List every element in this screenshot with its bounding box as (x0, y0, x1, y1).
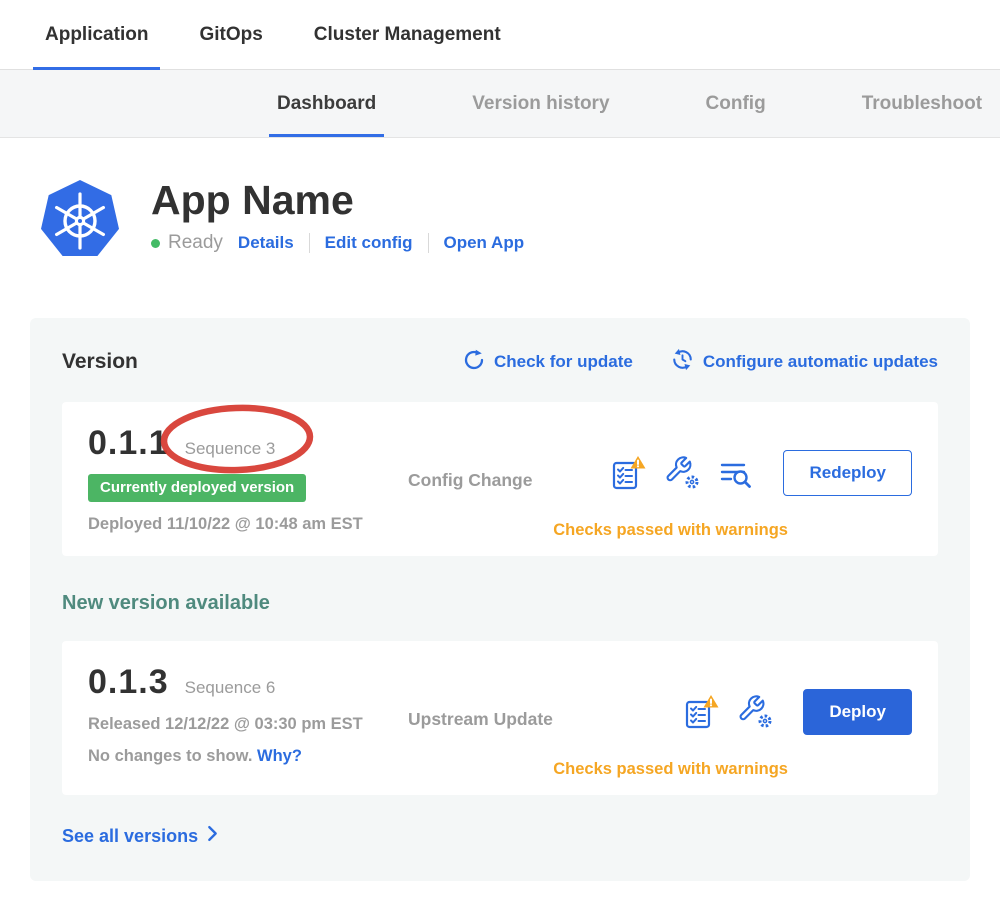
why-link[interactable]: Why? (257, 747, 302, 765)
current-version-icons (609, 455, 753, 491)
current-version-number: 0.1.1 (88, 424, 169, 463)
app-meta: Ready Details Edit config Open App (151, 232, 524, 254)
new-sequence-label: Sequence 6 (185, 678, 276, 698)
auto-update-clock-icon (671, 348, 694, 376)
app-title: App Name (151, 178, 524, 223)
primary-nav: Application GitOps Cluster Management (0, 0, 1000, 70)
app-status: Ready (151, 232, 223, 254)
configure-automatic-updates-link[interactable]: Configure automatic updates (671, 348, 938, 376)
details-link[interactable]: Details (238, 233, 294, 253)
new-checks-warning-text: Checks passed with warnings (553, 760, 788, 779)
version-heading: Version (62, 350, 138, 374)
tab-troubleshoot[interactable]: Troubleshoot (862, 70, 982, 137)
new-version-info: 0.1.3 Sequence 6 Released 12/12/22 @ 03:… (88, 663, 408, 766)
chevron-right-icon (207, 825, 218, 847)
version-panel-header: Version Check for update (62, 348, 938, 376)
new-version-card: 0.1.3 Sequence 6 Released 12/12/22 @ 03:… (62, 641, 938, 795)
status-dot-icon (151, 239, 160, 248)
config-wrench-gear-icon[interactable] (664, 455, 700, 491)
divider (309, 233, 310, 253)
deploy-button[interactable]: Deploy (803, 689, 912, 735)
tab-application[interactable]: Application (33, 0, 160, 69)
current-version-source: Config Change (408, 424, 598, 491)
tab-version-history[interactable]: Version history (472, 70, 609, 137)
edit-config-link[interactable]: Edit config (325, 233, 413, 253)
see-all-versions-link[interactable]: See all versions (62, 825, 218, 847)
tab-config[interactable]: Config (706, 70, 766, 137)
divider (428, 233, 429, 253)
view-diff-icon[interactable] (717, 455, 753, 491)
no-changes-line: No changes to show. Why? (88, 747, 408, 766)
current-version-actions: Redeploy Checks passed with warnings (598, 424, 912, 496)
currently-deployed-badge: Currently deployed version (88, 474, 306, 502)
new-version-source: Upstream Update (408, 663, 598, 730)
check-for-update-link[interactable]: Check for update (463, 349, 633, 376)
version-actions: Check for update Configure automatic upd… (463, 348, 938, 376)
current-version-info: 0.1.1 Sequence 3 Currently deployed vers… (88, 424, 408, 534)
new-version-icons (682, 694, 773, 730)
check-for-update-label: Check for update (494, 352, 633, 372)
status-label: Ready (168, 232, 223, 254)
deployed-timestamp: Deployed 11/10/22 @ 10:48 am EST (88, 515, 408, 534)
preflight-checks-icon[interactable] (682, 694, 720, 730)
preflight-checks-icon[interactable] (609, 455, 647, 491)
new-version-actions: Deploy Checks passed with warnings (598, 663, 912, 735)
new-version-available-heading: New version available (62, 592, 938, 615)
refresh-icon (463, 349, 485, 376)
tab-cluster-management[interactable]: Cluster Management (302, 0, 513, 69)
current-version-card: 0.1.1 Sequence 3 Currently deployed vers… (62, 402, 938, 556)
redeploy-button[interactable]: Redeploy (783, 450, 912, 496)
current-sequence-label: Sequence 3 (185, 439, 276, 459)
released-timestamp: Released 12/12/22 @ 03:30 pm EST (88, 715, 408, 734)
configure-automatic-updates-label: Configure automatic updates (703, 352, 938, 372)
open-app-link[interactable]: Open App (444, 233, 525, 253)
new-version-number: 0.1.3 (88, 663, 169, 702)
app-info: App Name Ready Details Edit config Open … (151, 178, 524, 254)
tab-gitops[interactable]: GitOps (187, 0, 274, 69)
tab-dashboard[interactable]: Dashboard (277, 70, 376, 137)
kubernetes-logo-icon (38, 178, 122, 262)
app-header: App Name Ready Details Edit config Open … (0, 138, 1000, 318)
current-checks-warning-text: Checks passed with warnings (553, 521, 788, 540)
see-all-versions-label: See all versions (62, 826, 198, 847)
version-panel: Version Check for update (30, 318, 970, 881)
app-sub-nav: Dashboard Version history Config Trouble… (0, 70, 1000, 138)
config-wrench-gear-icon[interactable] (737, 694, 773, 730)
no-changes-text: No changes to show. (88, 747, 252, 765)
